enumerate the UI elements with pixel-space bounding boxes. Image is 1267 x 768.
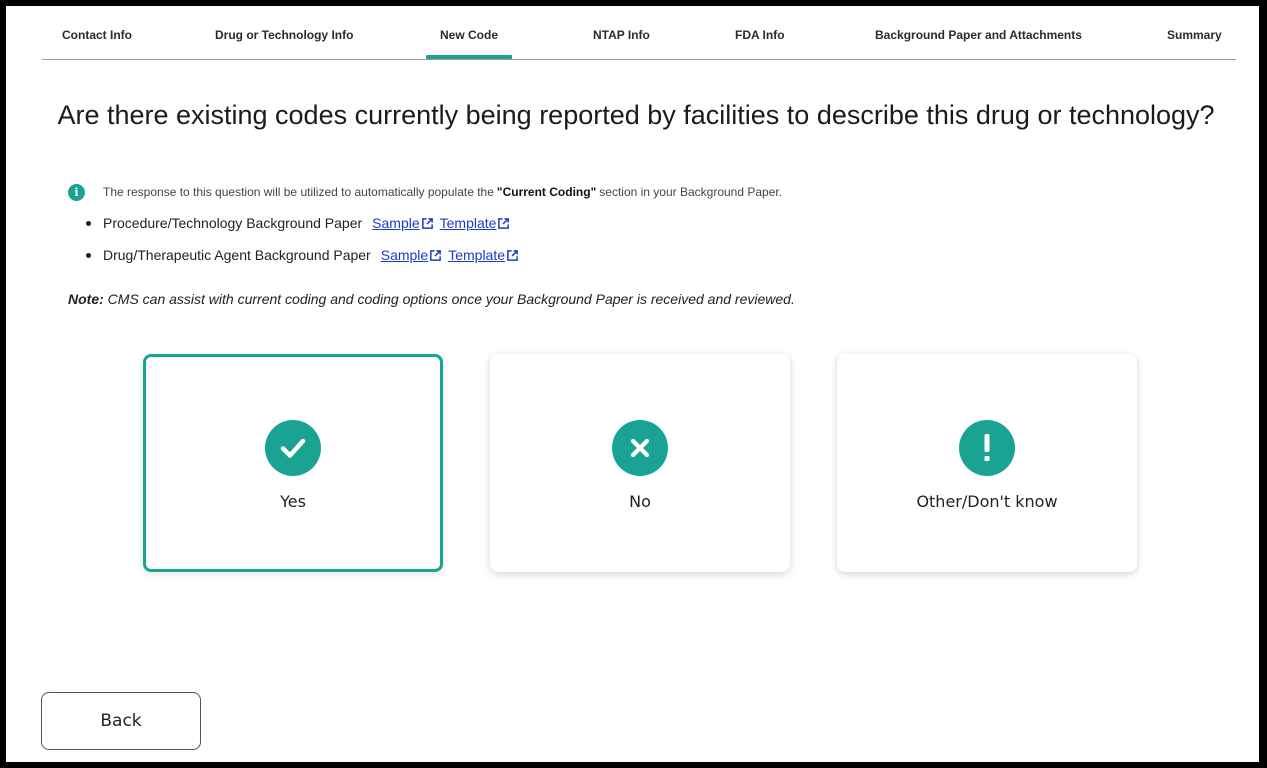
external-link-icon: [421, 217, 433, 229]
tab-contact-info[interactable]: Contact Info: [62, 28, 132, 42]
external-link-icon: [507, 249, 518, 261]
page-title: Are there existing codes currently being…: [57, 100, 1215, 130]
bullet-dot: [86, 220, 91, 226]
option-yes-card[interactable]: Yes: [143, 354, 443, 572]
note-text: Note: CMS can assist with current coding…: [68, 291, 795, 307]
tab-new-code[interactable]: New Code: [440, 28, 498, 42]
sample-link[interactable]: Sample: [381, 247, 442, 263]
option-label: Other/Don't know: [916, 492, 1058, 511]
template-link[interactable]: Template: [448, 247, 519, 263]
option-no-card[interactable]: No: [490, 354, 790, 572]
list-item: Procedure/Technology Background Paper Sa…: [86, 213, 525, 233]
sample-link[interactable]: Sample: [372, 215, 433, 231]
external-link-icon: [498, 217, 510, 229]
tab-summary[interactable]: Summary: [1167, 28, 1222, 42]
info-message: i The response to this question will be …: [68, 183, 782, 201]
x-icon: [612, 420, 668, 476]
option-label: No: [629, 492, 651, 511]
external-link-icon: [430, 249, 442, 261]
page-frame: Contact Info Drug or Technology Info New…: [6, 6, 1259, 762]
tab-drug-or-technology-info[interactable]: Drug or Technology Info: [215, 28, 353, 42]
paper-label: Procedure/Technology Background Paper: [103, 215, 363, 231]
list-item: Drug/Therapeutic Agent Background Paper …: [86, 245, 525, 265]
info-text-before: The response to this question will be ut…: [103, 185, 494, 199]
tab-ntap-info[interactable]: NTAP Info: [593, 28, 650, 42]
exclamation-icon: [959, 420, 1015, 476]
bullet-dot: [86, 252, 91, 258]
template-link[interactable]: Template: [440, 215, 511, 231]
option-other-card[interactable]: Other/Don't know: [837, 354, 1137, 572]
tab-background-paper[interactable]: Background Paper and Attachments: [875, 28, 1082, 42]
info-highlight: "Current Coding": [496, 185, 597, 199]
option-label: Yes: [280, 492, 306, 511]
check-icon: [265, 420, 321, 476]
info-text-after: section in your Background Paper.: [599, 185, 783, 199]
background-paper-list: Procedure/Technology Background Paper Sa…: [86, 213, 525, 277]
paper-label: Drug/Therapeutic Agent Background Paper: [103, 247, 371, 263]
back-button[interactable]: Back: [41, 692, 201, 750]
tab-fda-info[interactable]: FDA Info: [735, 28, 785, 42]
info-icon: i: [68, 183, 85, 201]
step-tabs: Contact Info Drug or Technology Info New…: [42, 6, 1236, 60]
active-tab-indicator: [426, 55, 512, 59]
